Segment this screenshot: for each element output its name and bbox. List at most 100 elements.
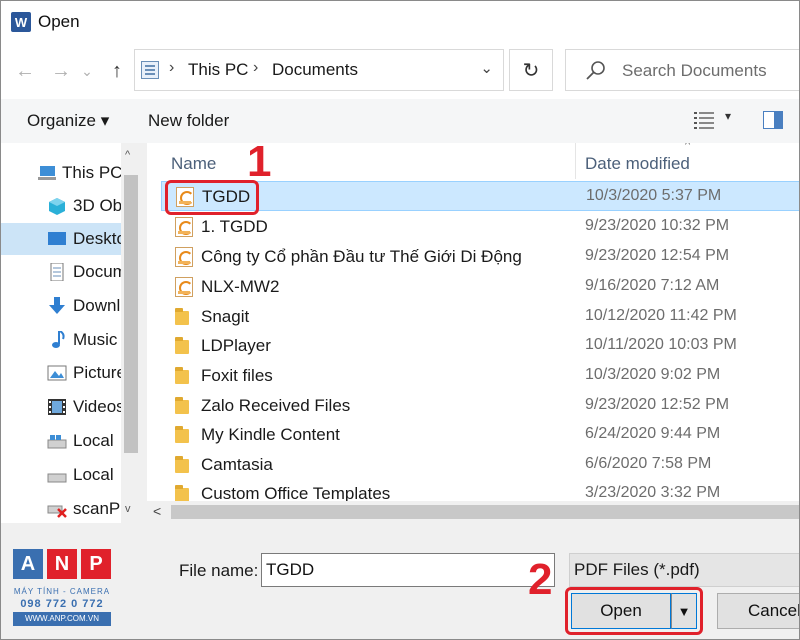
- command-toolbar: Organize ▾ New folder: [1, 99, 799, 143]
- logo-letter-n: N: [47, 549, 77, 579]
- navigation-pane-scrollbar[interactable]: ^ v: [121, 143, 141, 523]
- breadcrumb-this-pc[interactable]: This PC: [188, 60, 248, 80]
- sort-indicator-icon: ^: [685, 143, 691, 151]
- folder-row[interactable]: Zalo Received Files 9/23/2020 12:52 PM: [161, 391, 799, 421]
- column-separator[interactable]: [575, 143, 576, 179]
- breadcrumb-chevron-icon[interactable]: ›: [253, 59, 258, 77]
- folder-name: Camtasia: [201, 455, 273, 474]
- search-icon: [586, 61, 605, 80]
- open-dropdown-button[interactable]: ▼: [671, 593, 697, 629]
- folder-row[interactable]: Foxit files 10/3/2020 9:02 PM: [161, 361, 799, 391]
- organize-menu-button[interactable]: Organize ▾: [27, 111, 109, 131]
- download-icon: [49, 297, 65, 314]
- video-icon: [48, 399, 66, 415]
- open-dialog: W Open ← → ⌄ ↑ › This PC › Documents ⌄ ↻…: [0, 0, 800, 640]
- scroll-down-icon[interactable]: v: [125, 503, 131, 515]
- back-arrow-icon[interactable]: ←: [11, 57, 39, 85]
- sidebar-item-label: Music: [73, 330, 118, 349]
- file-name: NLX-MW2: [201, 277, 280, 296]
- preview-pane-icon[interactable]: [763, 111, 783, 129]
- breadcrumb-documents[interactable]: Documents: [272, 60, 358, 80]
- sidebar-item-desktop[interactable]: Deskto: [1, 223, 126, 255]
- drive-icon: [47, 473, 67, 483]
- step-number-1: 1: [247, 137, 272, 186]
- folder-icon: [175, 426, 189, 443]
- file-name-input[interactable]: [261, 553, 555, 587]
- recent-locations-chevron-icon[interactable]: ⌄: [77, 57, 97, 85]
- pdf-file-icon: [175, 247, 193, 267]
- logo-letter-a: A: [13, 549, 43, 579]
- sidebar-item-label: Picture: [73, 363, 126, 382]
- address-dropdown-icon[interactable]: ⌄: [480, 59, 493, 77]
- sidebar-item-label: Videos: [73, 397, 125, 416]
- sidebar-item-label: Deskto: [73, 229, 126, 248]
- file-row[interactable]: Công ty Cổ phần Đầu tư Thế Giới Di Động …: [161, 242, 799, 272]
- folder-icon: [175, 308, 189, 325]
- forward-arrow-icon[interactable]: →: [47, 57, 75, 85]
- breadcrumb-chevron-icon[interactable]: ›: [169, 59, 174, 77]
- drive-icon: [47, 435, 67, 449]
- open-button[interactable]: Open: [571, 593, 671, 629]
- pdf-file-icon: [175, 217, 193, 237]
- sidebar-item-label: This PC: [62, 163, 123, 182]
- column-header-date-modified[interactable]: Date modified: [585, 154, 690, 174]
- anp-watermark-logo: A N P MÁY TÍNH - CAMERA 098 772 0 772 WW…: [13, 549, 111, 629]
- sidebar-item-label: scanP: [73, 499, 121, 518]
- file-row[interactable]: NLX-MW2 9/16/2020 7:12 AM: [161, 272, 799, 302]
- sidebar-item-documents[interactable]: Docum: [1, 256, 127, 288]
- file-list-horizontal-scrollbar[interactable]: <: [147, 501, 799, 523]
- new-folder-button[interactable]: New folder: [148, 111, 229, 131]
- file-date: 9/16/2020 7:12 AM: [585, 277, 720, 294]
- sidebar-item-label: Downl: [73, 296, 121, 315]
- picture-icon: [47, 365, 67, 381]
- sidebar-item-network-drive[interactable]: scanP: [1, 493, 121, 523]
- cube-icon: [49, 198, 65, 215]
- network-drive-icon: [47, 505, 67, 518]
- folder-date: 6/24/2020 9:44 PM: [585, 425, 721, 442]
- sidebar-item-music[interactable]: Music: [1, 324, 121, 356]
- scrollbar-thumb[interactable]: [124, 175, 138, 453]
- folder-row[interactable]: Camtasia 6/6/2020 7:58 PM: [161, 450, 799, 480]
- logo-letter-p: P: [81, 549, 111, 579]
- sidebar-item-local-disk-1[interactable]: Local: [1, 425, 121, 457]
- search-box[interactable]: Search Documents: [565, 49, 799, 91]
- sidebar-item-this-pc[interactable]: This PC: [1, 157, 123, 189]
- folder-date: 10/12/2020 11:42 PM: [585, 307, 737, 324]
- folder-date: 9/23/2020 12:52 PM: [585, 396, 730, 413]
- scroll-up-icon[interactable]: ^: [125, 149, 130, 161]
- sidebar-item-label: Docum: [73, 262, 127, 281]
- up-arrow-icon[interactable]: ↑: [103, 57, 131, 85]
- sidebar-item-label: Local: [73, 431, 114, 450]
- folder-row[interactable]: LDPlayer 10/11/2020 10:03 PM: [161, 331, 799, 361]
- sidebar-item-downloads[interactable]: Downl: [1, 290, 121, 322]
- view-dropdown-icon[interactable]: ▾: [725, 109, 731, 123]
- search-placeholder: Search Documents: [622, 61, 767, 80]
- file-row[interactable]: 1. TGDD 9/23/2020 10:32 PM: [161, 212, 799, 242]
- file-date: 9/23/2020 10:32 PM: [585, 217, 730, 234]
- folder-name: Foxit files: [201, 366, 273, 385]
- desktop-icon: [48, 232, 66, 245]
- folder-icon: [175, 485, 189, 502]
- sidebar-item-videos[interactable]: Videos: [1, 391, 125, 423]
- scrollbar-thumb[interactable]: [171, 505, 799, 519]
- this-pc-icon: [141, 61, 159, 79]
- address-bar[interactable]: › This PC › Documents ⌄: [134, 49, 504, 91]
- file-type-select[interactable]: PDF Files (*.pdf): [569, 553, 799, 587]
- logo-phone: 098 772 0 772: [20, 598, 104, 610]
- view-options-icon[interactable]: [694, 111, 714, 129]
- column-header-name[interactable]: Name: [171, 154, 216, 174]
- sidebar-item-local-disk-2[interactable]: Local: [1, 459, 121, 491]
- logo-website: WWW.ANP.COM.VN: [13, 612, 111, 626]
- sidebar-item-3d-objects[interactable]: 3D Ob: [1, 190, 122, 222]
- file-date: 9/23/2020 12:54 PM: [585, 247, 730, 264]
- cancel-button[interactable]: Cancel: [717, 593, 799, 629]
- sidebar-item-pictures[interactable]: Picture: [1, 357, 126, 389]
- refresh-button[interactable]: ↻: [509, 49, 553, 91]
- scroll-left-icon[interactable]: <: [153, 503, 161, 519]
- folder-row[interactable]: Snagit 10/12/2020 11:42 PM: [161, 302, 799, 332]
- file-name: 1. TGDD: [201, 217, 268, 236]
- folder-date: 3/23/2020 3:32 PM: [585, 484, 721, 501]
- folder-date: 6/6/2020 7:58 PM: [585, 455, 712, 472]
- folder-icon: [175, 456, 189, 473]
- folder-row[interactable]: My Kindle Content 6/24/2020 9:44 PM: [161, 420, 799, 450]
